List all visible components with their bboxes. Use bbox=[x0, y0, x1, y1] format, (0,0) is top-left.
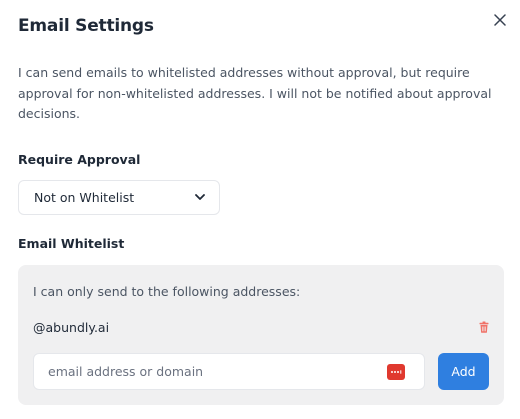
whitelist-panel: I can only send to the following address… bbox=[18, 265, 504, 405]
close-button[interactable] bbox=[490, 10, 510, 30]
email-address-input[interactable] bbox=[34, 354, 374, 389]
add-button[interactable]: Add bbox=[438, 353, 489, 390]
require-approval-label: Require Approval bbox=[18, 152, 141, 167]
whitelist-entry: @abundly.ai bbox=[33, 317, 491, 337]
trash-icon bbox=[479, 321, 489, 333]
dialog-description: I can send emails to whitelisted address… bbox=[18, 65, 492, 121]
whitelist-entry-address: @abundly.ai bbox=[33, 319, 110, 335]
dialog-title: Email Settings bbox=[18, 16, 154, 36]
whitelist-intro: I can only send to the following address… bbox=[33, 284, 301, 299]
email-settings-dialog: Email Settings I can send emails to whit… bbox=[0, 0, 520, 419]
require-approval-select[interactable]: Not on Whitelist bbox=[18, 180, 220, 215]
require-approval-value: Not on Whitelist bbox=[34, 190, 135, 205]
dots-icon bbox=[391, 370, 402, 374]
chevron-down-icon bbox=[195, 194, 205, 200]
password-manager-icon[interactable] bbox=[387, 364, 405, 380]
delete-entry-button[interactable] bbox=[477, 319, 491, 335]
email-whitelist-label: Email Whitelist bbox=[18, 236, 125, 251]
close-icon bbox=[494, 14, 506, 26]
email-input-wrapper bbox=[33, 353, 425, 390]
